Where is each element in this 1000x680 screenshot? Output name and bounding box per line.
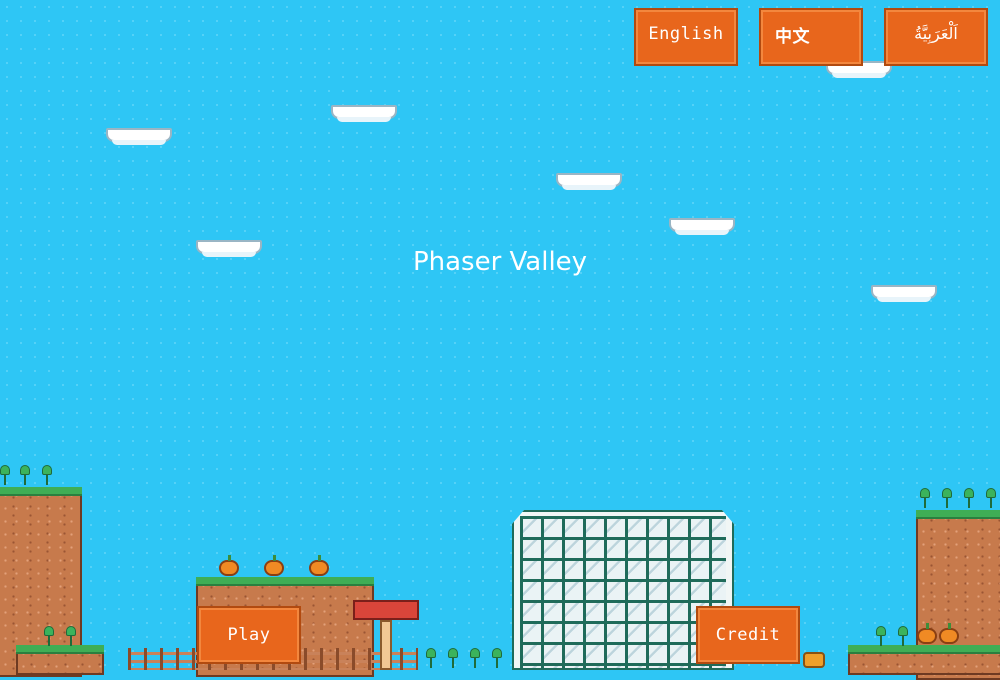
cloud-platform bbox=[871, 285, 937, 302]
mushroom-sign-icon bbox=[353, 600, 419, 620]
barrel-icon bbox=[803, 652, 825, 668]
plant-icon bbox=[986, 488, 996, 508]
plant-icon bbox=[492, 648, 502, 668]
pumpkin-icon bbox=[917, 623, 937, 644]
grass-top bbox=[916, 510, 1000, 519]
plant-icon bbox=[942, 488, 952, 508]
pumpkin-icon bbox=[219, 555, 239, 576]
plant-icon bbox=[876, 626, 886, 646]
plant-icon bbox=[920, 488, 930, 508]
grass-top bbox=[16, 645, 104, 654]
credit-button[interactable]: Credit bbox=[696, 606, 800, 664]
plant-icon bbox=[20, 465, 30, 485]
grass-top bbox=[848, 645, 1000, 654]
game-title: Phaser Valley bbox=[412, 247, 588, 277]
grass-top bbox=[196, 577, 374, 586]
plant-icon bbox=[0, 465, 10, 485]
language-english-button[interactable]: English bbox=[634, 8, 738, 66]
plant-icon bbox=[470, 648, 480, 668]
plant-icon bbox=[44, 626, 54, 646]
play-button[interactable]: Play bbox=[197, 606, 301, 664]
language-arabic-button[interactable]: اَلْعَرَبِيَّةُ bbox=[884, 8, 988, 66]
grass-top bbox=[0, 487, 82, 496]
game-scene: Phaser Valley English 中文 اَلْعَرَبِيَّةُ… bbox=[0, 0, 1000, 680]
sign-post bbox=[380, 620, 392, 670]
plant-icon bbox=[898, 626, 908, 646]
plant-icon bbox=[448, 648, 458, 668]
cloud-platform bbox=[331, 105, 397, 122]
plant-icon bbox=[964, 488, 974, 508]
plant-icon bbox=[42, 465, 52, 485]
cloud-platform bbox=[669, 218, 735, 235]
left-ledge bbox=[16, 645, 104, 675]
language-chinese-button[interactable]: 中文 bbox=[759, 8, 863, 66]
cloud-platform bbox=[106, 128, 172, 145]
pumpkin-icon bbox=[309, 555, 329, 576]
plant-icon bbox=[66, 626, 76, 646]
cloud-platform bbox=[556, 173, 622, 190]
pumpkin-icon bbox=[939, 623, 959, 644]
right-ledge bbox=[848, 645, 1000, 675]
plant-icon bbox=[426, 648, 436, 668]
pumpkin-icon bbox=[264, 555, 284, 576]
